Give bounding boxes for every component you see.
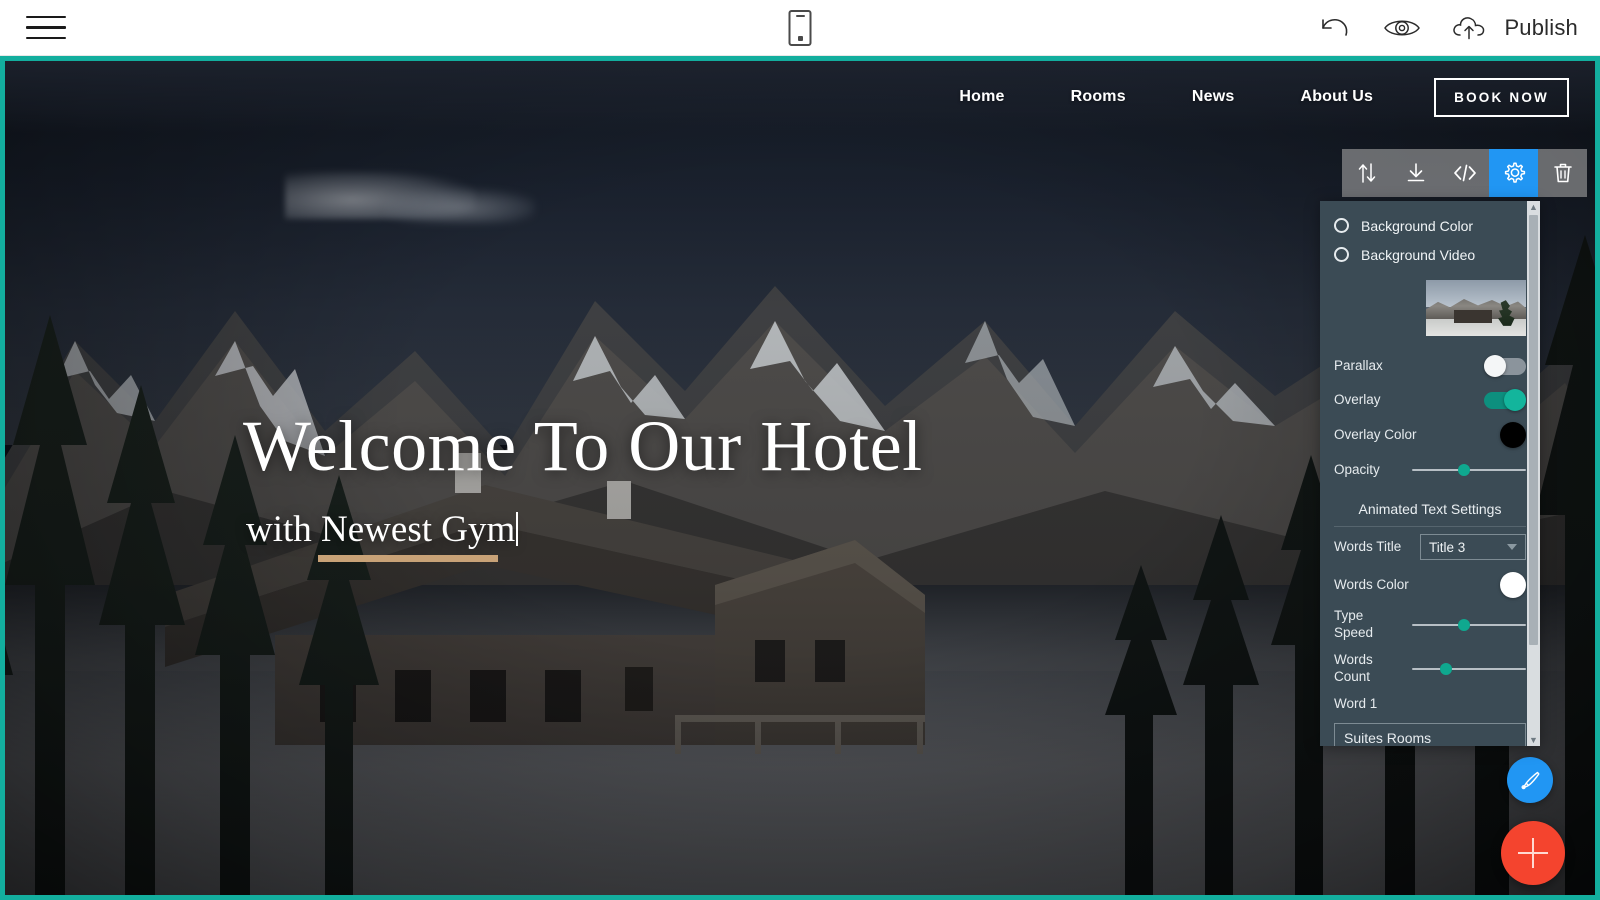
words-color-swatch[interactable]: [1500, 572, 1526, 598]
device-preview-toggle[interactable]: [788, 9, 812, 46]
eye-preview-icon: [1384, 20, 1421, 35]
download-block-button[interactable]: [1391, 149, 1440, 197]
type-speed-row: Type Speed: [1320, 603, 1540, 647]
background-image-row: [1320, 269, 1540, 349]
edit-code-icon: [1453, 164, 1476, 182]
overlay-label: Overlay: [1334, 391, 1381, 407]
hamburger-menu-icon[interactable]: [26, 11, 66, 45]
words-color-label: Words Color: [1334, 576, 1409, 592]
cloud-upload-icon: [1453, 16, 1485, 39]
background-video-option-row[interactable]: Background Video: [1320, 240, 1540, 269]
background-color-option-row[interactable]: Background Color: [1320, 211, 1540, 240]
words-title-select[interactable]: Title 3: [1420, 534, 1526, 560]
hero-text-block[interactable]: Welcome To Our Hotel with Newest Gym: [243, 406, 923, 563]
background-image-thumbnail[interactable]: [1426, 280, 1526, 336]
block-settings-panel: Background Color Background Video Parall…: [1320, 201, 1540, 746]
animated-text-settings-title: Animated Text Settings: [1334, 487, 1526, 527]
move-block-button[interactable]: [1342, 149, 1391, 197]
parallax-toggle[interactable]: [1484, 355, 1526, 377]
nav-link-news[interactable]: News: [1192, 88, 1235, 106]
block-settings-button[interactable]: [1489, 149, 1538, 197]
parallax-row: Parallax: [1320, 349, 1540, 383]
settings-panel-scroll-area: Background Color Background Video Parall…: [1320, 201, 1540, 746]
hamburger-line: [26, 26, 66, 29]
word1-row: Word 1: [1320, 691, 1540, 717]
move-block-icon: [1358, 163, 1375, 183]
delete-block-button[interactable]: [1538, 149, 1587, 197]
thumbnail-sky: [1426, 280, 1526, 307]
words-count-slider[interactable]: [1412, 659, 1526, 679]
hamburger-line: [26, 15, 66, 19]
overlay-color-label: Overlay Color: [1334, 426, 1417, 442]
hamburger-line: [26, 36, 66, 40]
hero-subtitle-wrap[interactable]: with Newest Gym: [246, 508, 519, 563]
toggle-knob: [1504, 389, 1526, 411]
design-pen-button[interactable]: [1507, 757, 1553, 803]
type-speed-label: Type Speed: [1334, 608, 1374, 640]
word1-label: Word 1: [1334, 695, 1378, 711]
background-video-label[interactable]: Background Video: [1361, 247, 1475, 263]
publish-button[interactable]: Publish: [1451, 14, 1578, 42]
overlay-toggle[interactable]: [1484, 389, 1526, 411]
overlay-color-swatch[interactable]: [1500, 422, 1526, 448]
block-toolbar: [1342, 149, 1587, 197]
type-speed-slider[interactable]: [1412, 615, 1526, 635]
opacity-label: Opacity: [1334, 461, 1380, 477]
overlay-row: Overlay: [1320, 383, 1540, 417]
words-title-value: Title 3: [1429, 539, 1466, 555]
forest-left: [5, 315, 379, 895]
scroll-up-arrow-icon[interactable]: ▲: [1529, 201, 1538, 213]
subtitle-underline: [318, 555, 498, 563]
words-count-label: Words Count: [1334, 652, 1373, 684]
opacity-row: Opacity: [1320, 453, 1540, 487]
hero-subtitle[interactable]: with Newest Gym: [246, 509, 515, 550]
toggle-knob: [1484, 355, 1506, 377]
words-title-label: Words Title: [1334, 538, 1402, 554]
nav-link-rooms[interactable]: Rooms: [1071, 88, 1126, 106]
book-now-button[interactable]: BOOK NOW: [1434, 77, 1569, 117]
delete-block-icon: [1553, 163, 1572, 183]
slider-handle[interactable]: [1458, 619, 1471, 631]
scrollbar-thumb[interactable]: [1529, 215, 1538, 645]
download-block-icon: [1407, 163, 1424, 182]
site-canvas: Home Rooms News About Us BOOK NOW Welcom…: [0, 56, 1600, 900]
background-color-radio[interactable]: [1334, 218, 1349, 233]
background-color-label[interactable]: Background Color: [1361, 218, 1473, 234]
slider-track: [1412, 668, 1526, 670]
preview-button[interactable]: [1383, 15, 1421, 41]
nav-link-home[interactable]: Home: [959, 88, 1004, 106]
scroll-down-arrow-icon[interactable]: ▼: [1529, 734, 1538, 746]
word1-input[interactable]: [1334, 723, 1526, 746]
undo-button[interactable]: [1319, 15, 1353, 41]
app-toolbar-actions: Publish: [1319, 14, 1578, 42]
site-navigation: Home Rooms News About Us BOOK NOW: [5, 61, 1595, 133]
overlay-color-row: Overlay Color: [1320, 417, 1540, 453]
chevron-down-icon: [1507, 544, 1517, 550]
words-color-row: Words Color: [1320, 567, 1540, 603]
text-cursor-caret: [516, 512, 519, 547]
block-settings-gear-icon: [1504, 162, 1525, 183]
slider-handle[interactable]: [1458, 464, 1471, 476]
pen-brush-icon: [1521, 771, 1540, 790]
nav-link-about-us[interactable]: About Us: [1300, 88, 1373, 106]
parallax-label: Parallax: [1334, 357, 1383, 373]
thumbnail-house: [1454, 310, 1492, 323]
publish-label: Publish: [1504, 14, 1578, 40]
words-count-row: Words Count: [1320, 647, 1540, 691]
undo-arrow-icon: [1322, 18, 1348, 36]
plus-add-block-icon: [1518, 851, 1548, 855]
hero-title[interactable]: Welcome To Our Hotel: [243, 406, 923, 486]
settings-panel-scrollbar[interactable]: ▲ ▼: [1527, 201, 1540, 746]
slider-handle[interactable]: [1440, 663, 1453, 675]
edit-code-button[interactable]: [1440, 149, 1489, 197]
opacity-slider[interactable]: [1412, 460, 1526, 480]
canvas-inner: Home Rooms News About Us BOOK NOW Welcom…: [5, 61, 1595, 895]
add-block-button[interactable]: [1501, 821, 1565, 885]
app-toolbar: Publish: [0, 0, 1600, 56]
words-title-row: Words Title Title 3: [1320, 527, 1540, 567]
mobile-phone-icon[interactable]: [788, 9, 812, 46]
background-video-radio[interactable]: [1334, 247, 1349, 262]
